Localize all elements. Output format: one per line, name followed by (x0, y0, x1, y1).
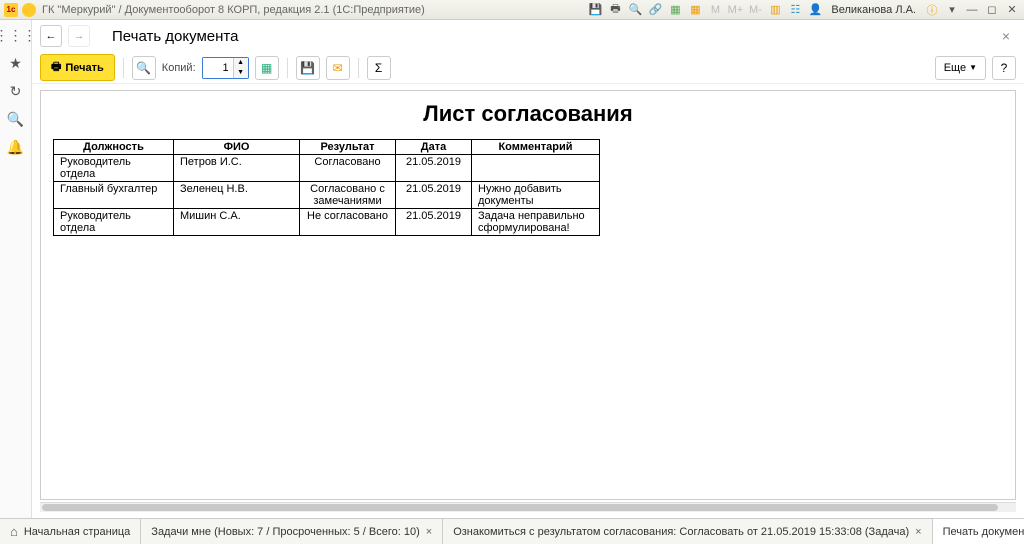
page-header: ← → Печать документа × (32, 20, 1024, 52)
grid-icon[interactable]: ▥ (767, 2, 783, 18)
dropdown-icon[interactable] (22, 3, 36, 17)
forward-button[interactable]: → (68, 25, 90, 47)
table-row: Руководитель отдела Петров И.С. Согласов… (54, 155, 600, 182)
printer-icon: 🖶 (51, 58, 61, 77)
doc-title: Лист согласования (41, 101, 1015, 127)
copies-label: Копий: (162, 62, 196, 74)
tab-review-label: Ознакомиться с результатом согласования:… (453, 526, 909, 538)
approval-table: Должность ФИО Результат Дата Комментарий… (53, 139, 600, 236)
user-name: Великанова Л.А. (831, 4, 916, 16)
search-icon[interactable]: 🔍 (7, 110, 25, 128)
link-icon[interactable]: 🔗 (647, 2, 663, 18)
tab-tasks-label: Задачи мне (Новых: 7 / Просроченных: 5 /… (151, 526, 419, 538)
back-button[interactable]: ← (40, 25, 62, 47)
sidebar: ⋮⋮⋮ ★ ↻ 🔍 🔔 (0, 20, 32, 518)
print-label: Печать (65, 62, 103, 74)
more-button[interactable]: Еще ▼ (935, 56, 986, 80)
titlebar-tools: 💾 🖶 🔍 🔗 ▦ ▦ M M+ M- ▥ ☷ 👤 Великанова Л.А… (587, 2, 1020, 18)
toolbar: 🖶 Печать 🔍 Копий: ▲ ▼ ▦ 💾 ✉ Σ Еще (32, 52, 1024, 84)
home-icon: ⌂ (10, 524, 18, 539)
options-icon[interactable]: ▾ (944, 2, 960, 18)
window-title: ГК "Меркурий" / Документооборот 8 КОРП, … (42, 4, 587, 16)
col-comment: Комментарий (472, 140, 600, 155)
scrollbar-thumb[interactable] (42, 504, 998, 511)
more-label: Еще (944, 62, 966, 74)
calc-icon[interactable]: ▦ (667, 2, 683, 18)
logo-1c-icon: 1c (4, 3, 18, 17)
tab-home-label: Начальная страница (24, 526, 130, 538)
list-icon[interactable]: ☷ (787, 2, 803, 18)
history-icon[interactable]: ↻ (7, 82, 25, 100)
tab-close-icon[interactable]: × (426, 526, 432, 538)
col-name: ФИО (174, 140, 300, 155)
col-result: Результат (300, 140, 396, 155)
col-position: Должность (54, 140, 174, 155)
star-icon[interactable]: ★ (7, 54, 25, 72)
info-icon[interactable]: ⓘ (924, 2, 940, 18)
copies-up-icon[interactable]: ▲ (234, 58, 248, 68)
save-button[interactable]: 💾 (296, 56, 320, 80)
preview-button[interactable]: 🔍 (132, 56, 156, 80)
sum-button[interactable]: Σ (367, 56, 391, 80)
document-frame[interactable]: Лист согласования Должность ФИО Результа… (40, 90, 1016, 500)
preview-icon[interactable]: 🔍 (627, 2, 643, 18)
tab-tasks[interactable]: Задачи мне (Новых: 7 / Просроченных: 5 /… (141, 519, 443, 544)
mail-button[interactable]: ✉ (326, 56, 350, 80)
help-button[interactable]: ? (992, 56, 1016, 80)
copies-stepper[interactable]: ▲ ▼ (202, 57, 249, 79)
table-row: Руководитель отдела Мишин С.А. Не соглас… (54, 209, 600, 236)
tab-print-doc[interactable]: Печать документа × (933, 519, 1024, 544)
print-button[interactable]: 🖶 Печать (40, 54, 115, 81)
calendar-icon[interactable]: ▦ (687, 2, 703, 18)
document-area: Лист согласования Должность ФИО Результа… (32, 84, 1024, 518)
close-icon[interactable]: ✕ (1004, 2, 1020, 18)
table-header-row: Должность ФИО Результат Дата Комментарий (54, 140, 600, 155)
tab-review[interactable]: Ознакомиться с результатом согласования:… (443, 519, 932, 544)
tab-home[interactable]: ⌂ Начальная страница (0, 519, 141, 544)
tab-close-icon[interactable]: × (915, 526, 921, 538)
col-date: Дата (396, 140, 472, 155)
bottom-tabs: ⌂ Начальная страница Задачи мне (Новых: … (0, 518, 1024, 544)
chevron-down-icon: ▼ (969, 63, 977, 72)
sheet-button[interactable]: ▦ (255, 56, 279, 80)
m-minus-icon[interactable]: M- (747, 2, 763, 18)
table-row: Главный бухгалтер Зеленец Н.В. Согласова… (54, 182, 600, 209)
print-icon[interactable]: 🖶 (607, 2, 623, 18)
copies-input[interactable] (203, 58, 233, 78)
copies-down-icon[interactable]: ▼ (234, 68, 248, 78)
titlebar: 1c ГК "Меркурий" / Документооборот 8 КОР… (0, 0, 1024, 20)
page-close-icon[interactable]: × (1002, 28, 1016, 44)
m-icon[interactable]: M (707, 2, 723, 18)
maximize-icon[interactable]: ◻ (984, 2, 1000, 18)
tab-print-label: Печать документа (943, 526, 1024, 538)
menu-icon[interactable]: ⋮⋮⋮ (7, 26, 25, 44)
m-plus-icon[interactable]: M+ (727, 2, 743, 18)
horizontal-scrollbar[interactable] (40, 502, 1016, 512)
user-icon: 👤 (807, 2, 823, 18)
save-icon[interactable]: 💾 (587, 2, 603, 18)
bell-icon[interactable]: 🔔 (7, 138, 25, 156)
minimize-icon[interactable]: — (964, 2, 980, 18)
page-title: Печать документа (112, 28, 238, 45)
